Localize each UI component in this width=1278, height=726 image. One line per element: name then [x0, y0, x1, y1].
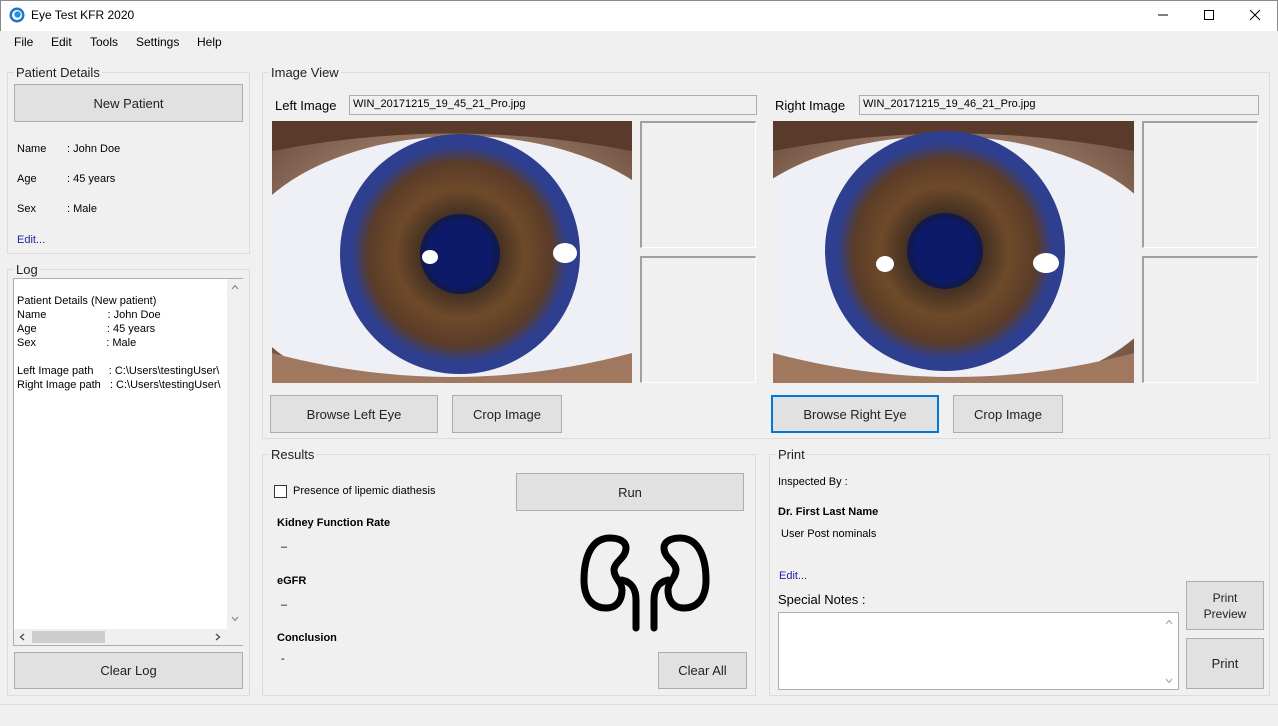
left-eye-image — [272, 121, 632, 383]
menu-tools[interactable]: Tools — [90, 35, 118, 49]
special-notes-textarea[interactable] — [778, 612, 1179, 690]
log-title: Log — [14, 262, 40, 277]
right-eye-image — [773, 121, 1134, 383]
kidney-function-rate-label: Kidney Function Rate — [277, 517, 391, 529]
print-preview-button[interactable]: Print Preview — [1186, 581, 1264, 630]
log-line: Age : 45 years — [17, 323, 156, 335]
log-horizontal-scrollbar[interactable] — [14, 629, 227, 645]
crop-left-image-button[interactable]: Crop Image — [452, 395, 562, 433]
log-vertical-scrollbar[interactable] — [227, 279, 243, 629]
age-value: : 45 years — [67, 173, 116, 185]
menu-settings[interactable]: Settings — [136, 35, 179, 49]
log-line: Name : John Doe — [17, 309, 161, 321]
close-button[interactable] — [1232, 0, 1278, 30]
notes-scroll-down-icon[interactable] — [1165, 678, 1173, 684]
edit-inspector-link[interactable]: Edit... — [779, 570, 807, 582]
age-label: Age — [17, 173, 37, 185]
crop-right-image-button[interactable]: Crop Image — [953, 395, 1063, 433]
sex-value: : Male — [67, 203, 97, 215]
scroll-down-arrow-icon[interactable] — [231, 616, 239, 622]
browse-left-eye-button[interactable]: Browse Left Eye — [270, 395, 438, 433]
doctor-post-nominals: User Post nominals — [781, 528, 877, 540]
left-crop-thumbnail-bottom — [640, 256, 756, 383]
right-crop-thumbnail-top — [1142, 121, 1258, 248]
patient-details-title: Patient Details — [14, 65, 102, 80]
lipemic-diathesis-checkbox[interactable] — [274, 485, 287, 498]
kidney-icon — [580, 534, 710, 632]
log-content: Patient Details (New patient) Name : John… — [17, 295, 227, 625]
status-bar — [0, 704, 1278, 726]
menu-file[interactable]: File — [14, 35, 33, 49]
special-notes-label: Special Notes : — [778, 592, 866, 607]
log-line: Patient Details (New patient) — [17, 295, 157, 307]
notes-scroll-up-icon[interactable] — [1165, 619, 1173, 625]
menu-bar — [0, 31, 1278, 54]
results-title: Results — [269, 447, 317, 462]
run-button[interactable]: Run — [516, 473, 744, 511]
edit-patient-link[interactable]: Edit... — [17, 234, 45, 246]
clear-all-button[interactable]: Clear All — [658, 652, 747, 689]
close-icon — [1249, 9, 1261, 21]
minimize-icon — [1158, 14, 1168, 16]
lipemic-diathesis-label[interactable]: Presence of lipemic diathesis — [293, 485, 435, 497]
window-title: Eye Test KFR 2020 — [31, 8, 135, 22]
egfr-label: eGFR — [277, 575, 307, 587]
scrollbar-corner — [227, 629, 243, 645]
image-view-title: Image View — [269, 65, 341, 80]
minimize-button[interactable] — [1140, 0, 1186, 30]
print-title: Print — [776, 447, 807, 462]
right-image-path-field[interactable]: WIN_20171215_19_46_21_Pro.jpg — [859, 95, 1259, 115]
conclusion-value: - — [281, 653, 285, 665]
title-bar[interactable] — [0, 0, 1278, 31]
egfr-value: – — [281, 599, 288, 611]
left-crop-thumbnail-top — [640, 121, 756, 248]
maximize-icon — [1204, 10, 1214, 20]
left-image-label: Left Image — [275, 98, 337, 113]
browse-right-eye-button[interactable]: Browse Right Eye — [771, 395, 939, 433]
doctor-name: Dr. First Last Name — [778, 506, 879, 518]
print-button[interactable]: Print — [1186, 638, 1264, 689]
left-image-path-field[interactable]: WIN_20171215_19_45_21_Pro.jpg — [349, 95, 757, 115]
sex-label: Sex — [17, 203, 36, 215]
name-value: : John Doe — [67, 143, 121, 155]
clear-log-button[interactable]: Clear Log — [14, 652, 243, 689]
log-horizontal-scroll-thumb[interactable] — [32, 631, 105, 643]
log-line: Left Image path : C:\Users\testingUser\ — [17, 365, 220, 377]
scroll-up-arrow-icon[interactable] — [231, 284, 239, 290]
right-image-label: Right Image — [775, 98, 846, 113]
menu-edit[interactable]: Edit — [51, 35, 72, 49]
name-label: Name — [17, 143, 47, 155]
conclusion-label: Conclusion — [277, 632, 337, 644]
inspected-by-label: Inspected By : — [778, 476, 848, 488]
app-eye-icon — [9, 7, 25, 23]
menu-help[interactable]: Help — [197, 35, 222, 49]
print-preview-label-line1: Print — [1212, 590, 1238, 605]
maximize-button[interactable] — [1186, 0, 1232, 30]
new-patient-button[interactable]: New Patient — [14, 84, 243, 122]
right-crop-thumbnail-bottom — [1142, 256, 1258, 383]
log-textbox[interactable]: Patient Details (New patient) Name : John… — [13, 278, 243, 646]
scroll-left-arrow-icon[interactable] — [19, 633, 25, 641]
kidney-function-rate-value: – — [281, 541, 288, 553]
print-preview-label-line2: Preview — [1203, 606, 1247, 621]
log-line: Sex : Male — [17, 337, 137, 349]
scroll-right-arrow-icon[interactable] — [215, 633, 221, 641]
log-line: Right Image path : C:\Users\testingUser\ — [17, 379, 221, 391]
